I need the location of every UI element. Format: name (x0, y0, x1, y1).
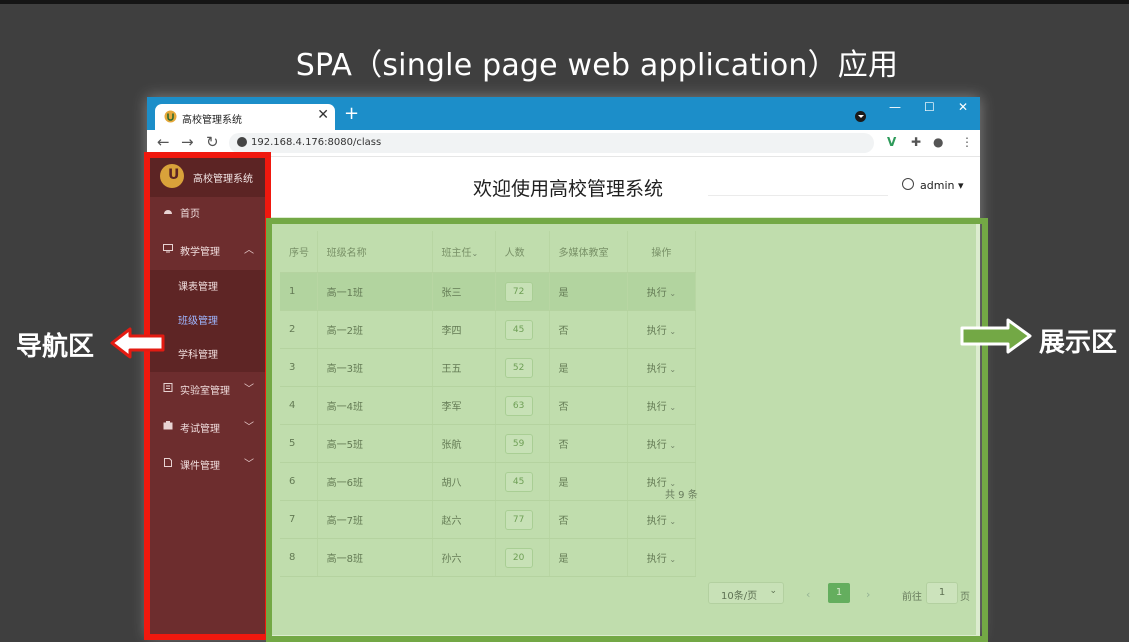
tab-strip: 高校管理系统 ✕ + — ☐ ✕ (147, 97, 980, 130)
slide-title: SPA（single page web application）应用 (295, 48, 899, 83)
reload-button[interactable]: ↻ (206, 133, 219, 151)
divider (708, 195, 888, 196)
display-area-label: 展示区 (1039, 328, 1118, 358)
address-bar[interactable]: 192.168.4.176:8080/class (229, 133, 874, 153)
url-text: 192.168.4.176:8080/class (251, 137, 382, 148)
right-arrow-icon (960, 318, 1032, 354)
menu-icon[interactable]: ⋮ (961, 135, 973, 149)
minimize-button[interactable]: — (889, 100, 901, 114)
browser-toolbar: ← → ↻ 192.168.4.176:8080/class V ✚ ● ⋮ (147, 130, 980, 157)
vue-devtools-icon[interactable]: V (887, 135, 896, 149)
nav-area-frame (144, 152, 271, 640)
page-title: 欢迎使用高校管理系统 (473, 178, 664, 200)
user-icon[interactable] (902, 178, 914, 190)
left-arrow-icon (110, 327, 165, 359)
maximize-button[interactable]: ☐ (924, 100, 935, 114)
tab-close-icon[interactable]: ✕ (317, 107, 329, 123)
app-header: 欢迎使用高校管理系统 admin ▾ (268, 157, 980, 217)
profile-icon[interactable]: ● (933, 135, 943, 149)
browser-tab[interactable]: 高校管理系统 ✕ (155, 104, 335, 130)
close-window-button[interactable]: ✕ (958, 100, 968, 114)
extensions-icon[interactable]: ✚ (911, 135, 921, 149)
user-menu[interactable]: admin ▾ (920, 179, 964, 192)
forward-button[interactable]: → (181, 133, 194, 151)
display-area-frame (266, 218, 988, 642)
back-button[interactable]: ← (157, 133, 170, 151)
site-info-icon[interactable] (237, 137, 247, 147)
tab-title: 高校管理系统 (182, 115, 242, 126)
top-strip (0, 0, 1129, 4)
new-tab-button[interactable]: + (344, 103, 359, 124)
nav-area-label: 导航区 (16, 332, 95, 362)
app-logo-icon (164, 110, 177, 123)
tab-search-icon[interactable] (855, 111, 866, 122)
